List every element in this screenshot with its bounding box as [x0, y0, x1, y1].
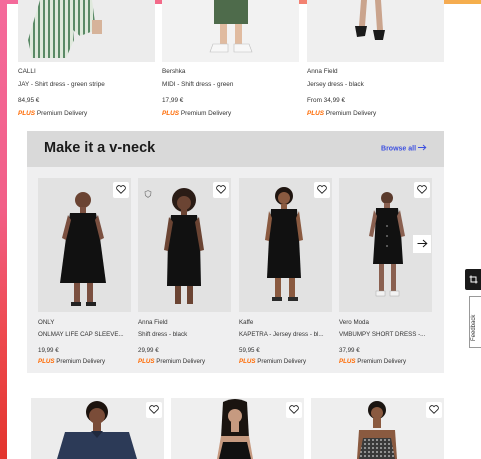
product-name: KAPETRA - Jersey dress - bl... [239, 330, 324, 338]
plus-badge: PLUS [18, 109, 36, 117]
product-price: 19,99 € [38, 346, 59, 354]
product-brand: Vero Moda [339, 319, 369, 326]
product-info[interactable]: CALLI JAY - Shirt dress - green stripe 8… [18, 66, 158, 120]
delivery-label: Premium Delivery [325, 109, 377, 117]
carousel-section: Make it a v-neck Browse all ONLY ONLMAY … [27, 131, 444, 373]
product-price: 17,99 € [162, 97, 184, 105]
heart-icon [289, 401, 299, 419]
product-name: ONLMAY LIFE CAP SLEEVE... [38, 330, 124, 338]
feedback-tab[interactable]: Feedback [469, 296, 481, 348]
delivery-label: Premium Delivery [180, 109, 232, 117]
delivery-label: Premium Delivery [156, 358, 206, 366]
product-image[interactable] [18, 0, 155, 62]
wishlist-button[interactable] [213, 182, 229, 198]
feedback-label: Feedback [471, 314, 477, 341]
product-name: JAY - Shirt dress - green stripe [18, 80, 105, 88]
arrow-right-icon [417, 235, 428, 253]
carousel-title: Make it a v-neck [44, 140, 156, 156]
heart-icon [116, 181, 126, 199]
product-info[interactable]: ONLY ONLMAY LIFE CAP SLEEVE... 19,99 € P… [38, 317, 132, 368]
product-image[interactable] [162, 0, 299, 62]
heart-icon [417, 181, 427, 199]
side-tab-button[interactable] [465, 269, 481, 290]
product-price: 84,95 € [18, 97, 40, 105]
delivery-label: Premium Delivery [257, 358, 307, 366]
arrow-right-icon [418, 144, 427, 153]
product-image[interactable] [307, 0, 444, 62]
product-image[interactable] [311, 398, 444, 459]
product-brand: Bershka [162, 68, 186, 75]
delivery-label: Premium Delivery [36, 109, 88, 117]
plus-badge: PLUS [138, 358, 155, 366]
wishlist-button[interactable] [146, 402, 162, 418]
product-info[interactable]: Vero Moda VMBUMPY SHORT DRESS -... 37,99… [339, 317, 433, 368]
heart-icon [216, 181, 226, 199]
crop-icon [469, 271, 478, 289]
product-price: From 34,99 € [307, 97, 346, 105]
product-name: Shift dress - black [138, 330, 188, 338]
product-image[interactable] [171, 398, 304, 459]
product-price: 37,99 € [339, 346, 360, 354]
wishlist-button[interactable] [314, 182, 330, 198]
carousel-next-button[interactable] [413, 235, 431, 253]
product-brand: CALLI [18, 68, 36, 75]
badge-icon [144, 185, 152, 203]
heart-icon [317, 181, 327, 199]
wishlist-button[interactable] [286, 402, 302, 418]
product-brand: ONLY [38, 319, 55, 326]
product-name: VMBUMPY SHORT DRESS -... [339, 330, 426, 338]
product-price: 59,95 € [239, 346, 260, 354]
product-brand: Anna Field [307, 68, 338, 75]
wishlist-button[interactable] [426, 402, 442, 418]
delivery-label: Premium Delivery [357, 358, 407, 366]
product-image[interactable] [31, 398, 164, 459]
wishlist-button[interactable] [113, 182, 129, 198]
heart-icon [429, 401, 439, 419]
browse-all-label: Browse all [381, 145, 417, 153]
plus-badge: PLUS [38, 358, 55, 366]
product-name: Jersey dress - black [307, 80, 364, 88]
plus-badge: PLUS [339, 358, 356, 366]
wishlist-button[interactable] [414, 182, 430, 198]
product-price: 29,99 € [138, 346, 159, 354]
product-info[interactable]: Bershka MIDI - Shift dress - green 17,99… [162, 66, 302, 120]
product-brand: Anna Field [138, 319, 168, 326]
plus-badge: PLUS [239, 358, 256, 366]
product-brand: Kaffe [239, 319, 254, 326]
plus-badge: PLUS [307, 109, 325, 117]
product-info[interactable]: Anna Field Shift dress - black 29,99 € P… [138, 317, 232, 368]
product-info[interactable]: Anna Field Jersey dress - black From 34,… [307, 66, 447, 120]
heart-icon [149, 401, 159, 419]
plus-badge: PLUS [162, 109, 180, 117]
delivery-label: Premium Delivery [56, 358, 106, 366]
brand-accent-left [0, 0, 7, 459]
carousel-header: Make it a v-neck Browse all [27, 131, 444, 167]
product-info[interactable]: Kaffe KAPETRA - Jersey dress - bl... 59,… [239, 317, 333, 368]
product-name: MIDI - Shift dress - green [162, 80, 234, 88]
browse-all-link[interactable]: Browse all [381, 144, 427, 153]
